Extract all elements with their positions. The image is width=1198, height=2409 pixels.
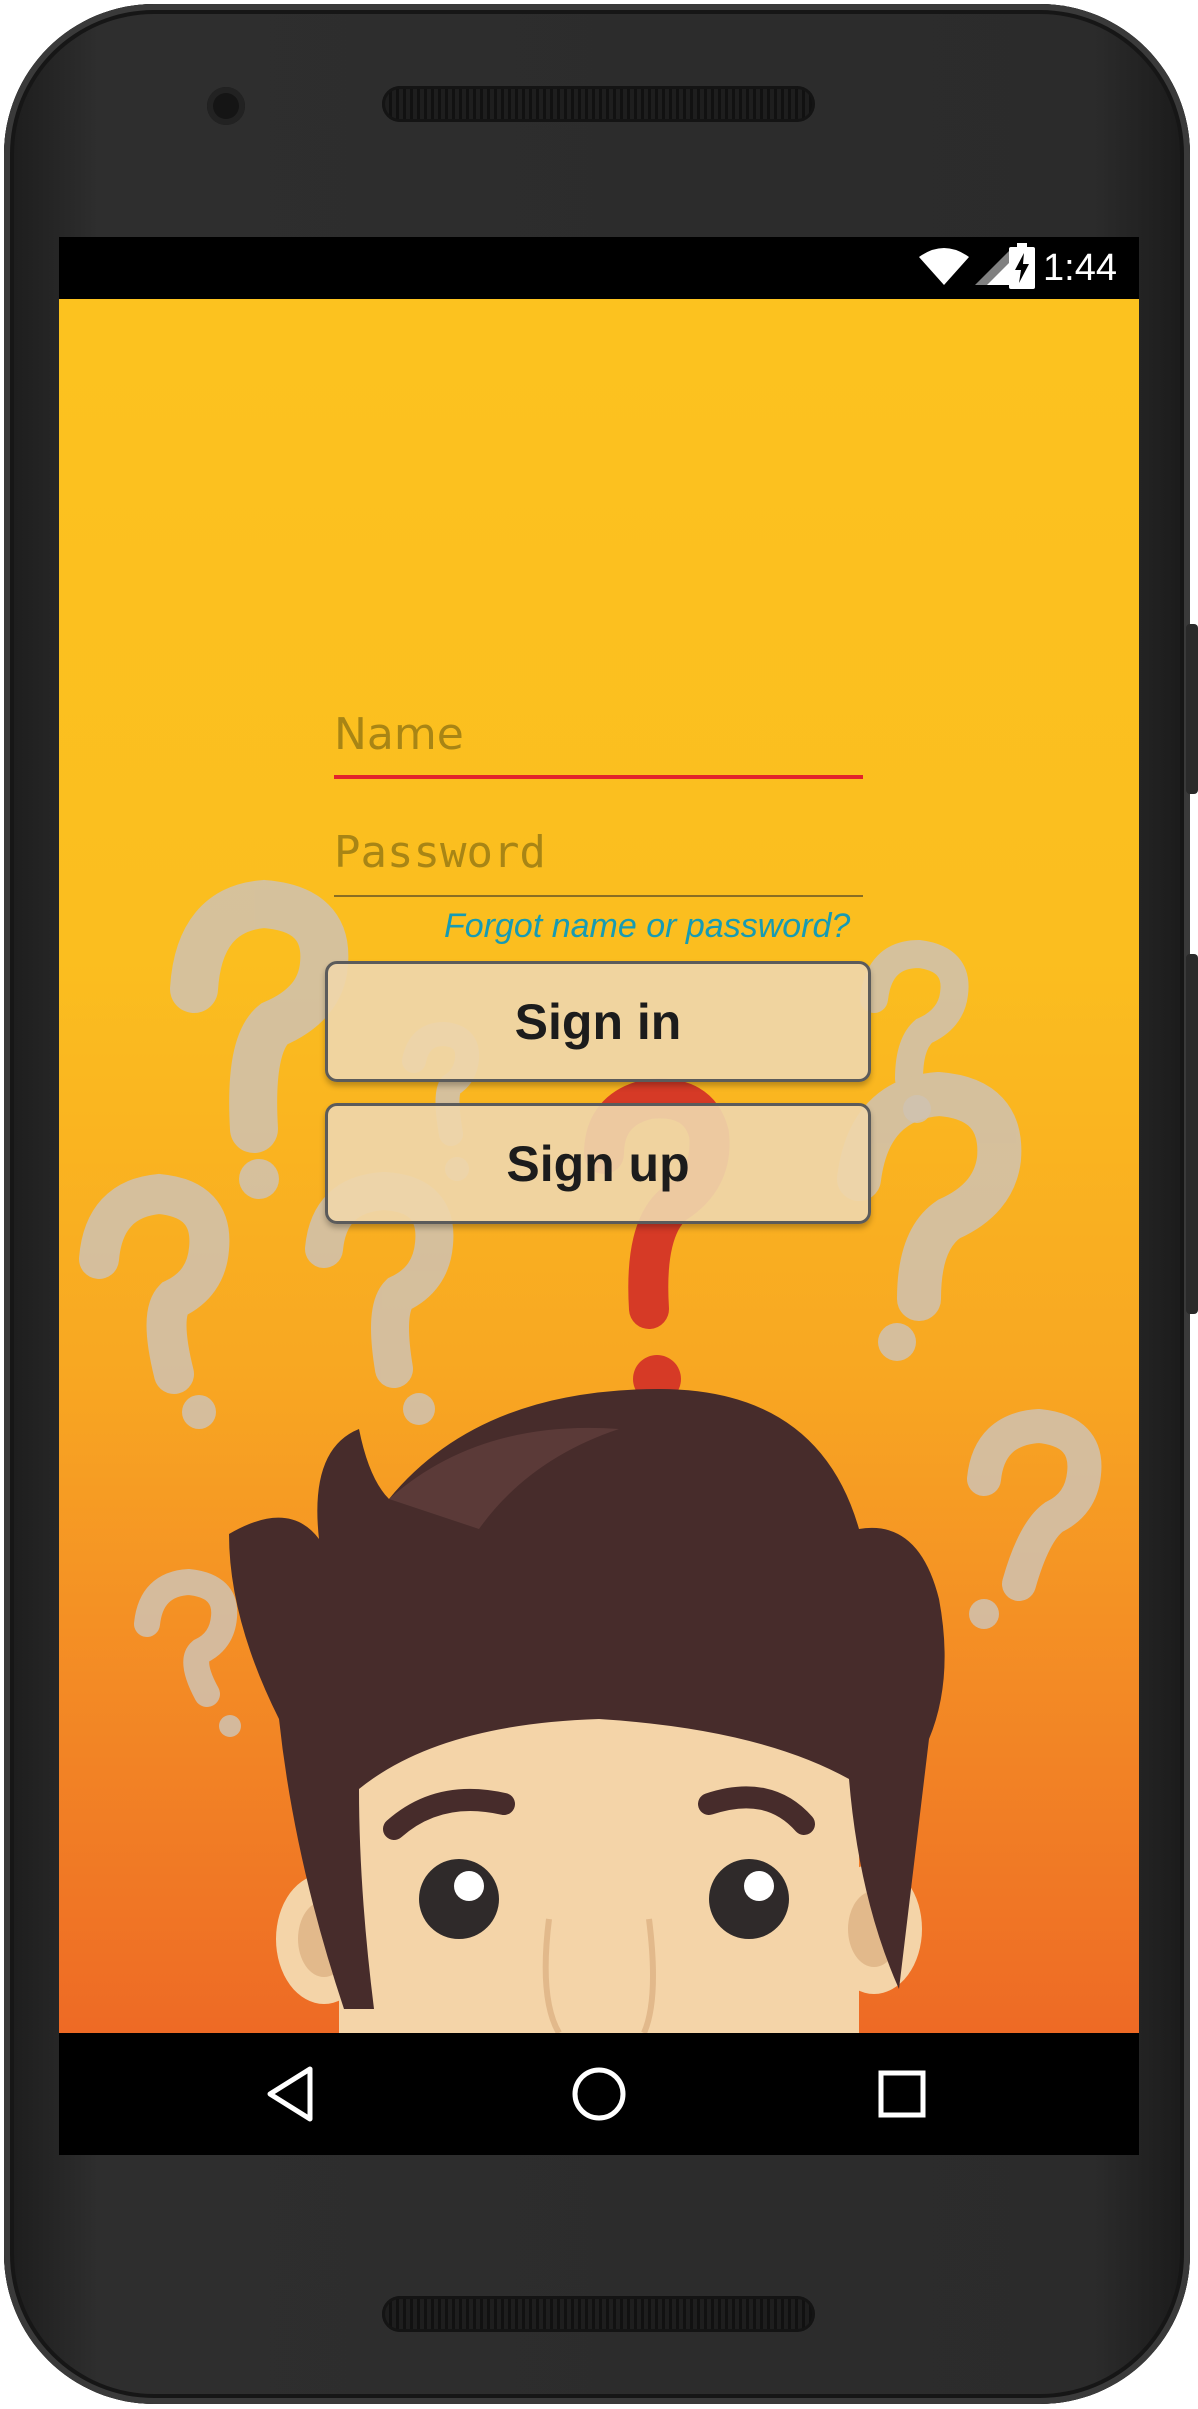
navigation-bar: [59, 2033, 1139, 2155]
name-input[interactable]: [334, 699, 863, 769]
name-field[interactable]: [334, 699, 863, 779]
power-button: [1186, 624, 1198, 794]
wifi-icon: [919, 248, 969, 285]
battery-charging-icon: [1009, 243, 1035, 289]
phone-frame: 1:44 Name Forgot name or password? Sign …: [4, 4, 1198, 2404]
password-input[interactable]: [334, 817, 863, 887]
name-underline: [334, 775, 863, 779]
top-speaker: [382, 86, 815, 122]
signal-icon: [975, 249, 1011, 285]
home-icon[interactable]: [566, 2061, 632, 2127]
sign-in-button[interactable]: Sign in: [325, 961, 871, 1082]
sign-up-button[interactable]: Sign up: [325, 1103, 871, 1224]
password-underline: [334, 895, 863, 897]
forgot-password-link[interactable]: Forgot name or password?: [444, 907, 850, 946]
front-camera: [207, 87, 245, 125]
status-bar: 1:44: [59, 237, 1139, 299]
back-icon[interactable]: [262, 2061, 328, 2127]
status-time: 1:44: [1043, 247, 1117, 289]
volume-button: [1186, 954, 1198, 1314]
recents-icon[interactable]: [869, 2061, 935, 2127]
password-field[interactable]: [334, 817, 863, 897]
bottom-speaker: [382, 2296, 815, 2332]
login-screen: Forgot name or password? Sign in Sign up: [59, 299, 1139, 2033]
phone-screen: 1:44 Name Forgot name or password? Sign …: [59, 237, 1139, 2155]
